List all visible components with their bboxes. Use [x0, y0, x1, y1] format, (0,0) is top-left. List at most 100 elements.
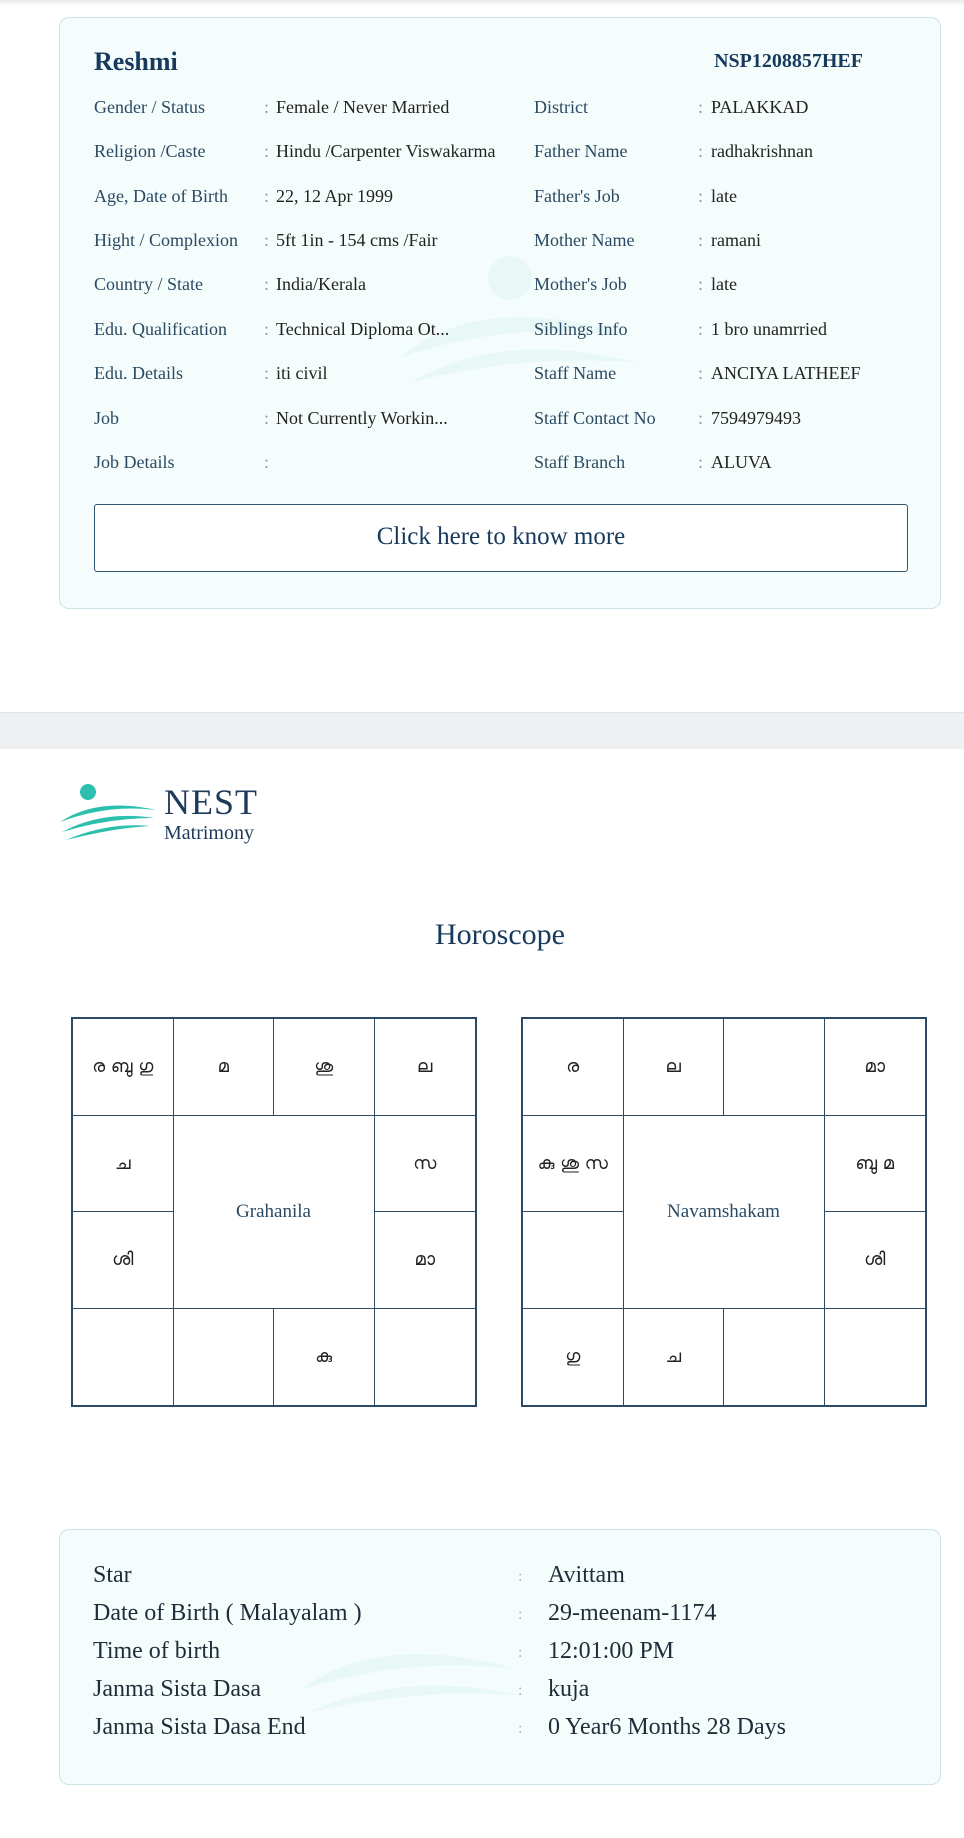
- chart-house: ബു മ: [824, 1116, 925, 1212]
- field-label: Staff Branch: [534, 452, 626, 472]
- chart-house: ഗു: [523, 1308, 624, 1405]
- chart-house: ര ബു ഗു: [73, 1019, 174, 1116]
- chart-house: ച: [73, 1115, 174, 1212]
- field-colon: :: [698, 452, 704, 472]
- detail-value: Avittam: [548, 1562, 625, 1588]
- detail-label: Star: [93, 1562, 132, 1588]
- field-colon: :: [698, 408, 704, 428]
- field-colon: :: [698, 274, 704, 294]
- navamshakam-chart: ര ല മാ കു ശു സ ബു മ ശി ഗു ച Navamshakam: [521, 1017, 927, 1407]
- field-value: 7594979493: [711, 408, 801, 428]
- field-value: ramani: [711, 230, 761, 250]
- chart-house: ല: [623, 1019, 724, 1116]
- field-label: Job Details: [94, 452, 175, 472]
- detail-colon: :: [518, 1568, 523, 1585]
- profile-row: Age, Date of Birth:22, 12 Apr 1999 Father…: [60, 186, 940, 230]
- nest-matrimony-logo: NEST Matrimony: [58, 782, 288, 846]
- detail-colon: :: [518, 1720, 523, 1737]
- detail-value: 0 Year6 Months 28 Days: [548, 1714, 787, 1740]
- chart-house: ശി: [824, 1212, 925, 1309]
- profile-id: NSP1208857HEF: [714, 50, 863, 72]
- chart-house: ല: [374, 1019, 475, 1116]
- field-colon: :: [264, 141, 270, 161]
- logo-swoosh-icon: [60, 784, 156, 840]
- field-value: late: [711, 186, 737, 206]
- detail-label: Date of Birth ( Malayalam ): [93, 1600, 362, 1626]
- field-value: Female / Never Married: [276, 97, 450, 117]
- chart-house: മാ: [374, 1212, 475, 1309]
- field-value: ANCIYA LATHEEF: [711, 363, 861, 383]
- field-label: Staff Contact No: [534, 408, 656, 428]
- field-label: Siblings Info: [534, 319, 628, 339]
- field-colon: :: [264, 274, 270, 294]
- chart-house: ശു: [274, 1019, 375, 1116]
- field-label: Edu. Qualification: [94, 319, 227, 339]
- field-colon: :: [264, 97, 270, 117]
- field-value: late: [711, 274, 737, 294]
- section-divider: [0, 712, 964, 749]
- field-value: 22, 12 Apr 1999: [276, 186, 393, 206]
- chart-house: സ: [374, 1116, 475, 1212]
- logo-subtitle: Matrimony: [164, 822, 254, 844]
- field-label: Job: [94, 408, 120, 428]
- field-colon: :: [698, 363, 704, 383]
- field-value: PALAKKAD: [711, 97, 809, 117]
- profile-name: Reshmi: [94, 47, 178, 76]
- detail-label: Time of birth: [93, 1638, 221, 1664]
- detail-row: Time of birth: 12:01:00 PM: [60, 1638, 940, 1674]
- profile-row: Edu. Qualification: Technical Diploma Ot.…: [60, 319, 940, 363]
- chart-house: [724, 1019, 825, 1116]
- know-more-button[interactable]: Click here to know more: [94, 504, 908, 572]
- field-value: India/Kerala: [276, 274, 366, 294]
- field-colon: :: [264, 408, 270, 428]
- field-colon: :: [264, 363, 270, 383]
- field-colon: :: [698, 97, 704, 117]
- top-divider: [0, 0, 964, 6]
- detail-row: Janma Sista Dasa: kuja: [60, 1676, 940, 1712]
- field-label: Religion /Caste: [94, 141, 206, 161]
- chart-house: [174, 1308, 274, 1405]
- chart-house: ച: [624, 1308, 724, 1405]
- field-value: 5ft 1in - 154 cms /Fair: [276, 230, 438, 250]
- field-label: Hight / Complexion: [94, 230, 238, 250]
- field-colon: :: [264, 230, 270, 250]
- field-label: District: [534, 97, 588, 117]
- profile-card: Reshmi NSP1208857HEF Gender / Status: Fem…: [59, 17, 941, 609]
- field-label: Country / State: [94, 274, 203, 294]
- profile-row: Country / State: India/Kerala Mother's Job…: [60, 274, 940, 318]
- field-colon: :: [264, 186, 270, 206]
- detail-value: kuja: [548, 1676, 590, 1702]
- horoscope-details-card: Star: Avittam Date of Birth ( Malayalam ):…: [59, 1529, 941, 1785]
- field-value: Not Currently Workin...: [276, 408, 448, 428]
- profile-row: Religion /Caste: Hindu /Carpenter Viswaka…: [60, 141, 940, 185]
- field-label: Edu. Details: [94, 363, 183, 383]
- field-label: Mother's Job: [534, 274, 627, 294]
- chart-center-label: Grahanila: [173, 1115, 375, 1309]
- detail-label: Janma Sista Dasa: [93, 1676, 261, 1702]
- profile-row: Job: Not Currently Workin... Staff Contact…: [60, 408, 940, 452]
- detail-row: Janma Sista Dasa End: 0 Year6 Months 28 D…: [60, 1714, 940, 1750]
- chart-house: കു: [274, 1308, 375, 1405]
- detail-colon: :: [518, 1606, 523, 1623]
- field-label: Age, Date of Birth: [94, 186, 228, 206]
- field-label: Father Name: [534, 141, 628, 161]
- field-colon: :: [698, 141, 704, 161]
- field-value: 1 bro unamrried: [711, 319, 827, 339]
- field-value: Technical Diploma Ot...: [276, 319, 450, 339]
- chart-house: [523, 1212, 624, 1309]
- detail-colon: :: [518, 1644, 523, 1661]
- profile-row: Edu. Details: iti civil Staff Name: ANCIYA …: [60, 363, 940, 407]
- field-label: Staff Name: [534, 363, 617, 383]
- field-label: Mother Name: [534, 230, 635, 250]
- chart-house: [73, 1308, 174, 1405]
- field-label: Gender / Status: [94, 97, 205, 117]
- chart-center-label: Navamshakam: [623, 1115, 825, 1309]
- field-colon: :: [698, 186, 704, 206]
- chart-house: ര: [523, 1019, 624, 1116]
- detail-row: Star: Avittam: [60, 1562, 940, 1598]
- field-colon: :: [698, 319, 704, 339]
- field-value: radhakrishnan: [711, 141, 813, 161]
- detail-label: Janma Sista Dasa End: [93, 1714, 306, 1740]
- field-value: iti civil: [276, 363, 328, 383]
- horoscope-title: Horoscope: [435, 918, 565, 951]
